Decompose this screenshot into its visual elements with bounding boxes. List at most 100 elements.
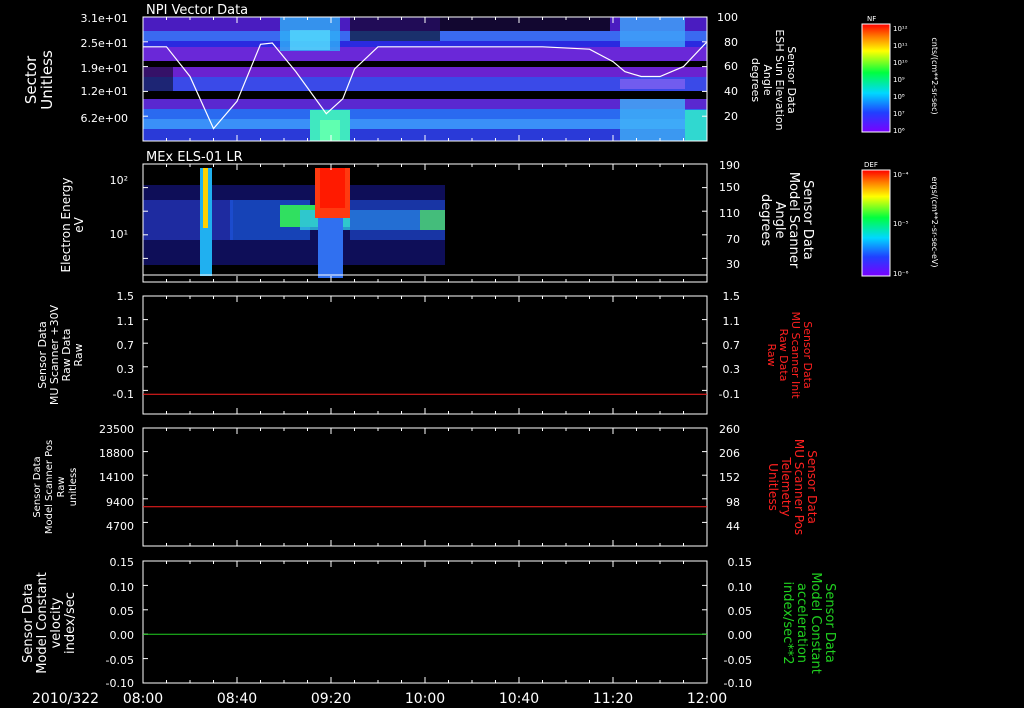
colorbar-nf-tick: 10¹⁰: [893, 59, 908, 67]
modelconst-y2label-line: Model Constant: [808, 572, 823, 674]
scanpos-y2-tick: 44: [726, 520, 740, 533]
mu30v-y-tick: 1.1: [117, 315, 135, 328]
npi-y-ticks: 3.1e+01 2.5e+01 1.9e+01 1.2e+01 6.2e+00: [81, 12, 128, 125]
colorbar-nf-tick: 10¹²: [893, 25, 908, 33]
scanpos-plot-frame: [142, 427, 708, 547]
mu30v-y-tick: 0.3: [117, 363, 135, 376]
modelconst-y-tick: 0.15: [110, 556, 135, 569]
colorbar-nf-tag: NF: [867, 15, 876, 23]
els-y-tick: 10¹: [110, 228, 128, 241]
colorbar-nf-tick: 10⁶: [893, 127, 905, 135]
colorbar-nf-gradient: [861, 23, 891, 133]
modelconst-y-tick: 0.05: [110, 605, 135, 618]
npi-y2-tick: 100: [717, 11, 738, 24]
modelconst-y2label-line: Sensor Data: [822, 583, 837, 663]
mu30v-plot-frame: [142, 295, 708, 415]
modelconst-ylabel-line: Model Constant: [35, 572, 50, 674]
time-tick-labels: 08:00 08:40 09:20 10:00 10:40 11:20 12:00: [123, 691, 727, 707]
mu30v-y2-tick: 0.3: [723, 363, 741, 376]
scanpos-y-tick: 18800: [99, 447, 134, 460]
modelconst-y-ticks: 0.15 0.10 0.05 0.00 -0.05 -0.10: [106, 556, 134, 690]
scanpos-y-tick: 4700: [106, 520, 134, 533]
mu30v-y2-tick: 1.5: [723, 290, 741, 303]
plot-canvas: NPI Vector Data 3.1e+01 2.5e+01 1.9e+01 …: [21, 3, 939, 707]
modelconst-y2-tick: -0.05: [724, 654, 752, 667]
modelconst-ylabel-line: Sensor Data: [21, 583, 36, 663]
npi-y-tick: 1.9e+01: [81, 62, 128, 75]
modelconst-y2label-line: acceleration: [794, 583, 809, 663]
colorbar-nf-tick: 10⁷: [893, 110, 905, 118]
colorbar-def-tick: 10⁻⁵: [893, 220, 909, 228]
scanpos-y-tick: 9400: [106, 496, 134, 509]
els-y2label-line: Angle: [772, 202, 787, 239]
els-y-ticks: 10² 10¹: [110, 174, 128, 241]
scanpos-y2-tick: 206: [719, 447, 740, 460]
modelconst-ylabel: Sensor Data Model Constant velocity inde…: [21, 572, 78, 674]
npi-ylabel-line: Unitless: [38, 50, 56, 110]
els-title: MEx ELS-01 LR: [146, 150, 243, 165]
colorbar-def-tick: 10⁻⁶: [893, 270, 909, 278]
modelconst-y-tick: 0.10: [110, 581, 135, 594]
scanpos-y2-ticks: 260 206 152 98 44: [719, 423, 740, 533]
mu30v-y2label-line: Raw: [765, 343, 778, 366]
modelconst-y2label-line: index/sec**2: [780, 581, 795, 664]
modelconst-y2-tick: 0.05: [728, 605, 753, 618]
npi-ylabel: Sector Unitless: [22, 50, 56, 110]
npi-y-tick: 3.1e+01: [81, 12, 128, 25]
scanpos-y-tick: 14100: [99, 471, 134, 484]
scanpos-y2label: Sensor Data MU Scanner Pos Telemetry Uni…: [766, 439, 819, 535]
scanpos-y2label-line: Unitless: [766, 463, 780, 511]
els-ylabel-line: eV: [72, 216, 86, 232]
panel-mu-scanner-30v: 1.5 1.1 0.7 0.3 -0.1 1.5 1.1 0.7 0.3 -0.…: [36, 290, 814, 415]
scanpos-y2label-line: Telemetry: [779, 456, 793, 516]
npi-y2-tick: 20: [724, 110, 738, 123]
npi-y2-tick: 40: [724, 85, 738, 98]
colorbar-def-unit-label: ergs/(cm**2-sr-sec-eV): [930, 176, 939, 267]
time-tick-label: 09:20: [311, 691, 351, 707]
els-y2-tick: 110: [719, 207, 740, 220]
mu30v-ylabel: Sensor Data MU Scanner +30V Raw Data Raw: [36, 304, 85, 405]
time-tick-label: 10:00: [405, 691, 445, 707]
colorbar-nf-unit-label: cnts/(cm**2-sr-sec): [930, 37, 939, 114]
scanpos-ylabel-line: Raw: [56, 476, 67, 497]
modelconst-y2-tick: 0.15: [728, 556, 753, 569]
scanpos-y-tick: 23500: [99, 423, 134, 436]
time-axis: 2010/322 08:00 08:40 09:20 10:00 10:40 11:20 1…: [32, 691, 727, 707]
modelconst-ylabel-line: index/sec: [63, 592, 78, 654]
scanpos-y2label-line: MU Scanner Pos: [792, 439, 806, 535]
npi-y2-ticks: 100 80 60 40 20: [717, 11, 738, 123]
modelconst-y2-tick: -0.10: [724, 677, 752, 690]
modelconst-y2-ticks: 0.15 0.10 0.05 0.00 -0.05 -0.10: [724, 556, 752, 690]
time-tick-label: 12:00: [687, 691, 727, 707]
panel-model-constant: 0.15 0.10 0.05 0.00 -0.05 -0.10 0.15 0.1…: [21, 556, 837, 690]
scanpos-y-ticks: 23500 18800 14100 9400 4700: [99, 423, 134, 533]
npi-y-tick: 2.5e+01: [81, 37, 128, 50]
mu30v-y2-tick: 0.7: [723, 339, 741, 352]
colorbar-nf-ticks: 10¹² 10¹¹ 10¹⁰ 10⁹ 10⁸ 10⁷ 10⁶: [893, 25, 908, 135]
colorbar-nf-unit: cnts/(cm**2-sr-sec): [930, 37, 939, 114]
npi-y2-tick: 80: [724, 36, 738, 49]
time-tick-label: 11:20: [593, 691, 633, 707]
colorbar-nf: NF 10¹² 10¹¹ 10¹⁰ 10⁹ 10⁸ 10⁷ 10⁶ cnts/(…: [861, 15, 939, 135]
scanpos-ylabel-line: Model Scanner Pos: [44, 440, 55, 534]
npi-y2label-line: degrees: [749, 58, 762, 103]
time-axis-date: 2010/322: [32, 691, 99, 707]
scanpos-y2-tick: 98: [726, 496, 740, 509]
modelconst-y2-tick: 0.10: [728, 581, 753, 594]
npi-y2label: Sensor Data ESH Sun Elevation Angle degr…: [749, 29, 798, 130]
els-spectrogram-image: [143, 164, 445, 282]
colorbar-nf-tick: 10¹¹: [893, 42, 908, 50]
time-tick-label: 08:40: [217, 691, 257, 707]
scanpos-y2-tick: 260: [719, 423, 740, 436]
mu30v-y-tick: 1.5: [117, 290, 135, 303]
mu30v-y2-tick: -0.1: [719, 388, 740, 401]
modelconst-y2label: Sensor Data Model Constant acceleration …: [780, 572, 837, 674]
mu30v-y-ticks: 1.5 1.1 0.7 0.3 -0.1: [113, 290, 134, 401]
els-y2-ticks: 190 150 110 70 30: [719, 159, 740, 271]
els-y2label-line: degrees: [758, 194, 773, 247]
els-y2-tick: 70: [726, 233, 740, 246]
time-tick-label: 08:00: [123, 691, 163, 707]
modelconst-y-tick: -0.10: [106, 677, 134, 690]
els-ylabel-line: Electron Energy: [59, 177, 73, 272]
modelconst-y2-tick: 0.00: [728, 629, 753, 642]
